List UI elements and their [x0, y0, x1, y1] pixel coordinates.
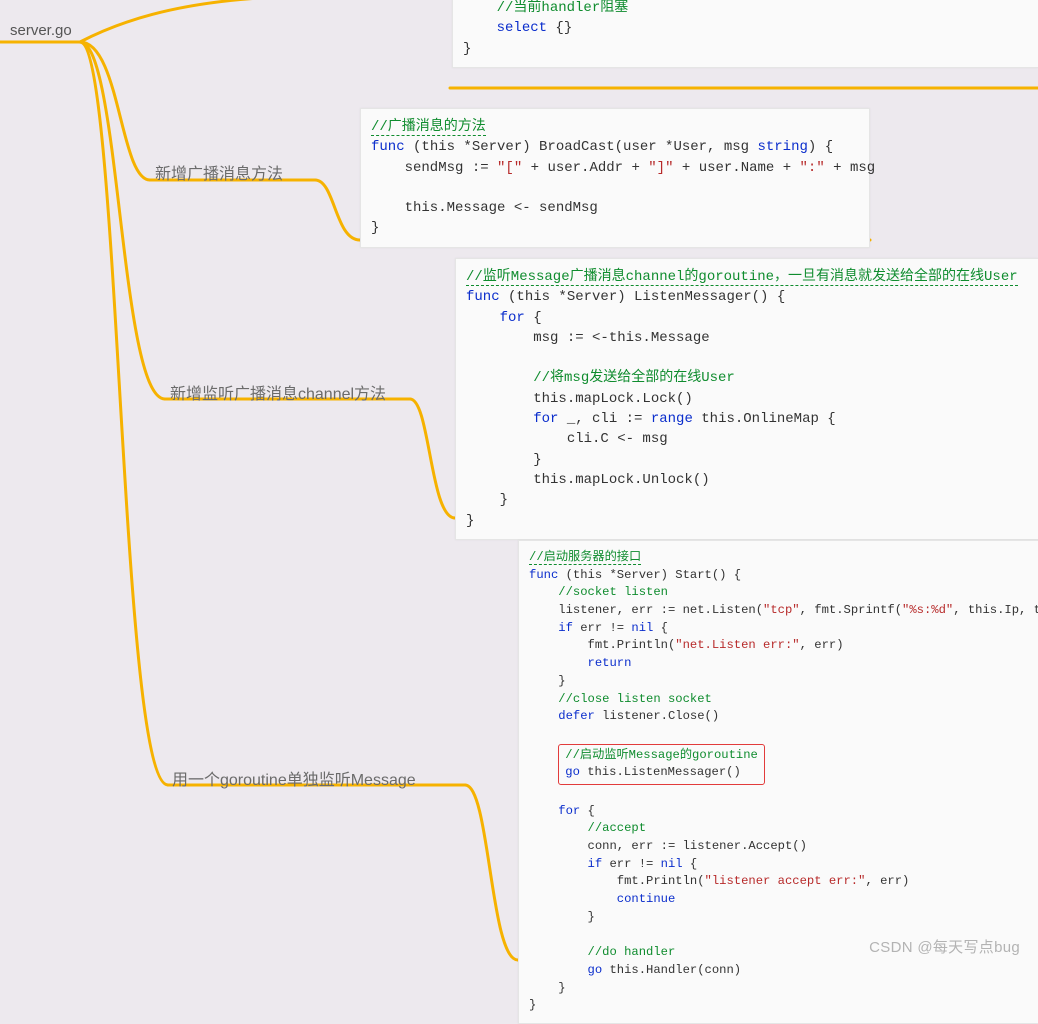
- root-node-label: server.go: [10, 22, 72, 39]
- node-goroutine-label: 用一个goroutine单独监听Message: [172, 766, 416, 790]
- highlight-listen-goroutine: //启动监听Message的goroutine go this.ListenMe…: [558, 744, 765, 785]
- code-handler-block: //当前handler阻塞 select {} }: [452, 0, 1038, 68]
- node-listen-label: 新增监听广播消息channel方法: [170, 380, 386, 404]
- code-listenmessager: //监听Message广播消息channel的goroutine，一旦有消息就发…: [455, 258, 1038, 540]
- code-broadcast: //广播消息的方法 func (this *Server) BroadCast(…: [360, 108, 870, 248]
- watermark: CSDN @每天写点bug: [869, 936, 1020, 957]
- node-broadcast-label: 新增广播消息方法: [155, 160, 283, 184]
